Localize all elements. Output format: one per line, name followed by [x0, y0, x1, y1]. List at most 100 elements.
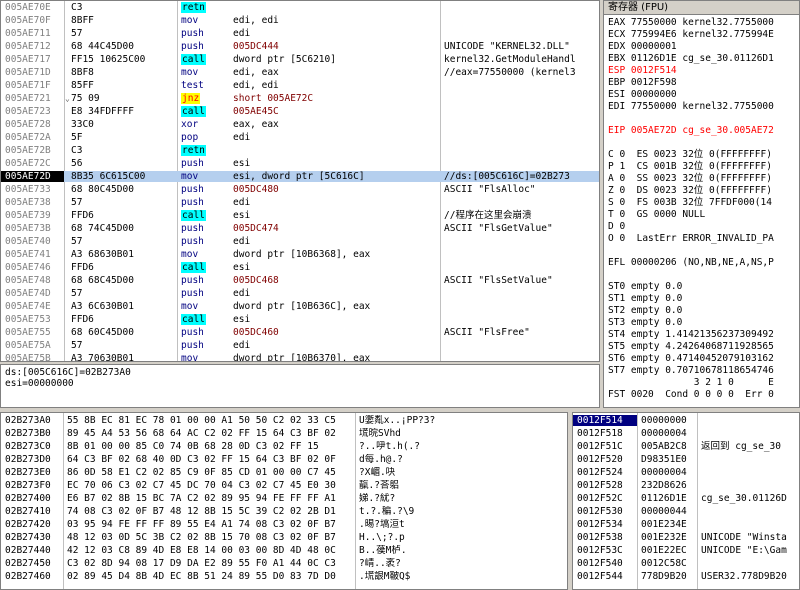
dump-row[interactable]: 02B273E0 86 0D 58 E1 C2 02 85 C9 0F 85 CD…: [1, 467, 567, 478]
instruction-operand[interactable]: dword ptr [5C6210]: [233, 54, 336, 65]
instruction-operand[interactable]: esi: [233, 314, 250, 325]
instruction-mnemonic[interactable]: push: [181, 236, 204, 247]
instruction-address[interactable]: 005AE72B: [5, 145, 51, 156]
instruction-hex[interactable]: 68 68C45D00: [71, 275, 134, 286]
instruction-address[interactable]: 005AE712: [5, 41, 51, 52]
stack-address[interactable]: 0012F544: [577, 571, 623, 582]
stack-row[interactable]: 0012F51C 005AB2C8 返回到 cg_se_30: [573, 441, 799, 454]
instruction-operand[interactable]: 005DC444: [233, 41, 279, 52]
dump-row[interactable]: 02B27410 74 08 C3 02 0F B7 48 12 8B 15 5C…: [1, 506, 567, 517]
instruction-operand[interactable]: edi, edi: [233, 15, 279, 26]
register-row[interactable]: S 0 FS 003B 32位 7FFDF000(14: [608, 197, 772, 208]
instruction-mnemonic[interactable]: call: [181, 262, 206, 273]
stack-value[interactable]: 00000000: [641, 415, 687, 426]
dump-row[interactable]: 02B27420 03 95 94 FE FF FF 89 55 E4 A1 74…: [1, 519, 567, 530]
instruction-address[interactable]: 005AE755: [5, 327, 51, 338]
instruction-operand[interactable]: esi: [233, 158, 250, 169]
disasm-row[interactable]: 005AE712 68 44C45D00 push 005DC444 UNICODE "…: [1, 41, 599, 52]
stack-value[interactable]: 00000004: [641, 428, 687, 439]
dump-address[interactable]: 02B273D0: [5, 454, 51, 465]
instruction-hex[interactable]: 57: [71, 197, 82, 208]
instruction-hex[interactable]: 57: [71, 28, 82, 39]
register-row[interactable]: C 0 ES 0023 32位 0(FFFFFFFF): [608, 149, 772, 160]
instruction-mnemonic[interactable]: retn: [181, 145, 206, 156]
instruction-hex[interactable]: 33C0: [71, 119, 94, 130]
stack-row[interactable]: 0012F534 001E234E: [573, 519, 799, 532]
instruction-address[interactable]: 005AE746: [5, 262, 51, 273]
instruction-mnemonic[interactable]: mov: [181, 67, 198, 78]
register-row[interactable]: EDI 77550000 kernel32.7755000: [608, 101, 774, 112]
instruction-comment[interactable]: //ds:[005C616C]=02B273: [444, 171, 570, 182]
stack-value[interactable]: 01126D1E: [641, 493, 687, 504]
stack-address[interactable]: 0012F514: [573, 415, 637, 426]
register-row[interactable]: EBX 01126D1E cg_se_30.01126D1: [608, 53, 774, 64]
instruction-mnemonic[interactable]: pop: [181, 132, 198, 143]
instruction-operand[interactable]: 005DC474: [233, 223, 279, 234]
dump-ascii[interactable]: .晹?塙洹t: [359, 519, 439, 530]
instruction-mnemonic[interactable]: mov: [181, 249, 198, 260]
stack-value[interactable]: 778D9B20: [641, 571, 687, 582]
instruction-operand[interactable]: edi: [233, 28, 250, 39]
dump-hex[interactable]: 86 0D 58 E1 C2 02 85 C9 0F 85 CD 01 00 0…: [67, 467, 336, 478]
instruction-hex[interactable]: 57: [71, 236, 82, 247]
stack-row[interactable]: 0012F52C 01126D1E cg_se_30.01126D: [573, 493, 799, 506]
stack-row[interactable]: 0012F540 0012C58C: [573, 558, 799, 571]
instruction-hex[interactable]: C3: [71, 2, 82, 13]
dump-row[interactable]: 02B273B0 89 45 A4 53 56 68 64 AC C2 02 FF…: [1, 428, 567, 439]
instruction-hex[interactable]: 68 74C45D00: [71, 223, 134, 234]
stack-address[interactable]: 0012F540: [577, 558, 623, 569]
dump-hex[interactable]: 03 95 94 FE FF FF 89 55 E4 A1 74 08 C3 0…: [67, 519, 336, 530]
disasm-row[interactable]: 005AE753 FFD6 call esi: [1, 314, 599, 325]
disassembly-pane[interactable]: 005AE70E C3 retn 005AE70F 8BFF mov edi, edi 005…: [0, 0, 600, 362]
register-row[interactable]: ESP 0012F514: [608, 65, 677, 76]
stack-value[interactable]: D98351E0: [641, 454, 687, 465]
instruction-mnemonic[interactable]: mov: [181, 301, 198, 312]
register-row[interactable]: ST2 empty 0.0: [608, 305, 682, 316]
stack-address[interactable]: 0012F518: [577, 428, 623, 439]
instruction-hex[interactable]: E8 34FDFFFF: [71, 106, 134, 117]
dump-address[interactable]: 02B27420: [5, 519, 51, 530]
instruction-operand[interactable]: edi: [233, 132, 250, 143]
instruction-address[interactable]: 005AE74D: [5, 288, 51, 299]
disasm-row[interactable]: 005AE733 68 80C45D00 push 005DC480 ASCII "Fl…: [1, 184, 599, 195]
instruction-operand[interactable]: dword ptr [10B636C], eax: [233, 301, 370, 312]
instruction-hex[interactable]: 56: [71, 158, 82, 169]
instruction-mnemonic[interactable]: push: [181, 158, 204, 169]
stack-pane[interactable]: 0012F514 00000000 0012F518 00000004 0012F51C…: [572, 412, 800, 590]
instruction-address[interactable]: 005AE75B: [5, 353, 51, 361]
disasm-row[interactable]: 005AE746 FFD6 call esi: [1, 262, 599, 273]
stack-comment[interactable]: USER32.778D9B20: [701, 571, 787, 582]
instruction-mnemonic[interactable]: mov: [181, 171, 198, 182]
instruction-address[interactable]: 005AE73B: [5, 223, 51, 234]
register-row[interactable]: ESI 00000000: [608, 89, 677, 100]
register-row[interactable]: ST1 empty 0.0: [608, 293, 682, 304]
register-row[interactable]: ST4 empty 1.41421356237309492: [608, 329, 774, 340]
instruction-hex[interactable]: 8B35 6C615C00: [71, 171, 145, 182]
disasm-row[interactable]: 005AE70E C3 retn: [1, 2, 599, 13]
instruction-operand[interactable]: edi: [233, 288, 250, 299]
dump-ascii[interactable]: .塃詪M鞁Q$: [359, 571, 439, 582]
instruction-address[interactable]: 005AE721: [5, 93, 51, 104]
instruction-hex[interactable]: A3 6C630B01: [71, 301, 134, 312]
stack-comment[interactable]: UNICODE "E:\Gam: [701, 545, 787, 556]
stack-address[interactable]: 0012F53C: [577, 545, 623, 556]
disasm-row[interactable]: 005AE711 57 push edi: [1, 28, 599, 39]
dump-hex[interactable]: 42 12 03 C8 89 4D E8 E8 14 00 03 00 8D 4…: [67, 545, 336, 556]
instruction-mnemonic[interactable]: push: [181, 41, 204, 52]
instruction-operand[interactable]: esi, dword ptr [5C616C]: [233, 171, 365, 182]
instruction-operand[interactable]: dword ptr [10B6370], eax: [233, 353, 370, 361]
dump-address[interactable]: 02B273A0: [5, 415, 51, 426]
disasm-row[interactable]: 005AE748 68 68C45D00 push 005DC468 ASCII "Fl…: [1, 275, 599, 286]
dump-address[interactable]: 02B273F0: [5, 480, 51, 491]
register-row[interactable]: ST7 empty 0.70710678118654746: [608, 365, 774, 376]
instruction-address[interactable]: 005AE748: [5, 275, 51, 286]
dump-ascii[interactable]: ?崝..袤?: [359, 558, 439, 569]
instruction-mnemonic[interactable]: call: [181, 106, 206, 117]
instruction-operand[interactable]: edi, edi: [233, 80, 279, 91]
disasm-row[interactable]: 005AE728 33C0 xor eax, eax: [1, 119, 599, 130]
dump-row[interactable]: 02B27400 E6 B7 02 8B 15 BC 7A C2 02 89 95…: [1, 493, 567, 504]
stack-address[interactable]: 0012F538: [577, 532, 623, 543]
instruction-comment[interactable]: ASCII "FlsFree": [444, 327, 530, 338]
stack-value[interactable]: 00000004: [641, 467, 687, 478]
dump-row[interactable]: 02B27450 C3 02 8D 94 08 17 D9 DA E2 89 55…: [1, 558, 567, 569]
